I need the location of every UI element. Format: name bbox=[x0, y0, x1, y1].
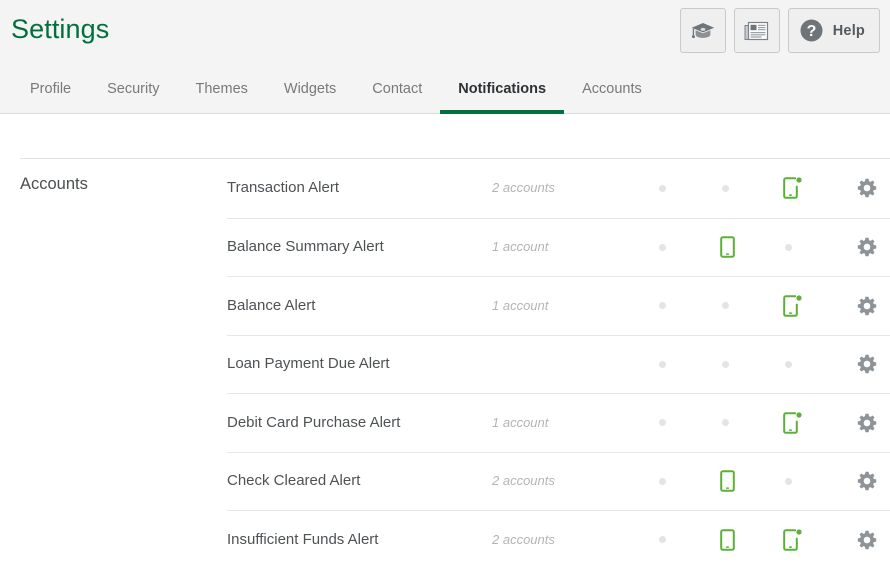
alert-account-count: 1 account bbox=[492, 414, 549, 430]
page-header: Settings ? Help Profile Security Themes … bbox=[0, 0, 890, 114]
alert-account-count: 2 accounts bbox=[492, 473, 555, 489]
alert-name: Debit Card Purchase Alert bbox=[227, 413, 401, 431]
help-button-label: Help bbox=[832, 22, 865, 39]
channel-email[interactable] bbox=[657, 243, 720, 251]
channel-push[interactable] bbox=[783, 243, 846, 251]
push-inactive-dot bbox=[785, 477, 792, 485]
channel-email[interactable] bbox=[657, 184, 720, 192]
tab-themes[interactable]: Themes bbox=[178, 80, 266, 114]
channel-email[interactable] bbox=[657, 477, 720, 485]
gear-icon[interactable] bbox=[857, 471, 877, 491]
tutorials-button[interactable] bbox=[679, 8, 726, 53]
sms-phone-icon[interactable] bbox=[720, 470, 735, 493]
channel-push[interactable] bbox=[783, 294, 846, 317]
newspaper-icon bbox=[744, 20, 769, 42]
alert-name: Balance Summary Alert bbox=[227, 238, 384, 256]
row-settings-button[interactable] bbox=[857, 413, 877, 433]
channel-email[interactable] bbox=[657, 302, 720, 310]
table-row[interactable]: Check Cleared Alert 2 accounts bbox=[227, 451, 890, 511]
channel-email[interactable] bbox=[657, 419, 720, 427]
alert-rows: Transaction Alert 2 accounts Balance Summa… bbox=[227, 159, 890, 569]
channel-push[interactable] bbox=[783, 477, 846, 485]
alert-account-count: 2 accounts bbox=[492, 531, 555, 547]
header-actions: ? Help bbox=[679, 8, 880, 53]
question-circle-icon: ? bbox=[799, 18, 824, 43]
channel-sms[interactable] bbox=[720, 184, 783, 192]
page-title: Settings bbox=[11, 14, 110, 44]
sms-inactive-dot bbox=[722, 419, 729, 427]
sms-phone-icon[interactable] bbox=[720, 528, 735, 551]
push-notification-phone-icon[interactable] bbox=[783, 294, 802, 317]
email-inactive-dot bbox=[659, 419, 666, 427]
push-inactive-dot bbox=[785, 360, 792, 368]
settings-tabs: Profile Security Themes Widgets Contact … bbox=[12, 79, 660, 114]
alert-name: Loan Payment Due Alert bbox=[227, 355, 390, 373]
channel-email[interactable] bbox=[657, 536, 720, 544]
alert-name: Insufficient Funds Alert bbox=[227, 530, 379, 548]
row-settings-button[interactable] bbox=[857, 237, 877, 257]
push-notification-phone-icon[interactable] bbox=[783, 177, 802, 200]
channel-sms[interactable] bbox=[720, 419, 783, 427]
alert-account-count: 2 accounts bbox=[492, 180, 555, 196]
email-inactive-dot bbox=[659, 477, 666, 485]
gear-icon[interactable] bbox=[857, 237, 877, 257]
tab-notifications[interactable]: Notifications bbox=[440, 80, 565, 114]
notifications-panel: Accounts Transaction Alert 2 accounts Bala… bbox=[0, 114, 890, 559]
tab-accounts[interactable]: Accounts bbox=[564, 80, 660, 114]
email-inactive-dot bbox=[659, 360, 666, 368]
tab-widgets[interactable]: Widgets bbox=[266, 80, 354, 114]
channel-email[interactable] bbox=[657, 360, 720, 368]
channel-push[interactable] bbox=[783, 360, 846, 368]
push-notification-phone-icon[interactable] bbox=[783, 528, 802, 551]
gear-icon[interactable] bbox=[857, 178, 877, 198]
table-row[interactable]: Debit Card Purchase Alert 1 account bbox=[227, 393, 890, 452]
tab-security[interactable]: Security bbox=[89, 80, 177, 114]
gear-icon[interactable] bbox=[857, 413, 877, 433]
gear-icon[interactable] bbox=[857, 530, 877, 550]
graduation-cap-icon bbox=[690, 20, 716, 42]
channel-push[interactable] bbox=[783, 411, 846, 434]
alert-name: Balance Alert bbox=[227, 296, 316, 314]
table-row[interactable]: Transaction Alert 2 accounts bbox=[227, 159, 890, 218]
table-row[interactable]: Balance Summary Alert 1 account bbox=[227, 217, 890, 277]
sms-inactive-dot bbox=[722, 360, 729, 368]
channel-sms[interactable] bbox=[720, 470, 783, 493]
email-inactive-dot bbox=[659, 536, 666, 544]
row-settings-button[interactable] bbox=[857, 296, 877, 316]
channel-sms[interactable] bbox=[720, 528, 783, 551]
alert-name: Check Cleared Alert bbox=[227, 472, 361, 490]
sms-inactive-dot bbox=[722, 184, 729, 192]
channel-sms[interactable] bbox=[720, 360, 783, 368]
sms-phone-icon[interactable] bbox=[720, 236, 735, 259]
email-inactive-dot bbox=[659, 302, 666, 310]
table-row[interactable]: Insufficient Funds Alert 2 accounts bbox=[227, 510, 890, 569]
channel-sms[interactable] bbox=[720, 236, 783, 259]
alert-name: Transaction Alert bbox=[227, 179, 339, 197]
email-inactive-dot bbox=[659, 184, 666, 192]
section-label-accounts: Accounts bbox=[20, 175, 88, 193]
svg-text:?: ? bbox=[806, 23, 816, 40]
channel-push[interactable] bbox=[783, 177, 846, 200]
row-settings-button[interactable] bbox=[857, 354, 877, 374]
tab-contact[interactable]: Contact bbox=[354, 80, 440, 114]
row-settings-button[interactable] bbox=[857, 471, 877, 491]
push-notification-phone-icon[interactable] bbox=[783, 411, 802, 434]
table-row[interactable]: Balance Alert 1 account bbox=[227, 276, 890, 335]
channel-push[interactable] bbox=[783, 528, 846, 551]
table-row[interactable]: Loan Payment Due Alert bbox=[227, 334, 890, 394]
gear-icon[interactable] bbox=[857, 296, 877, 316]
channel-sms[interactable] bbox=[720, 302, 783, 310]
sms-inactive-dot bbox=[722, 302, 729, 310]
help-button[interactable]: ? Help bbox=[787, 8, 880, 53]
gear-icon[interactable] bbox=[857, 354, 877, 374]
row-settings-button[interactable] bbox=[857, 530, 877, 550]
row-settings-button[interactable] bbox=[857, 178, 877, 198]
alert-account-count: 1 account bbox=[492, 239, 549, 255]
email-inactive-dot bbox=[659, 243, 666, 251]
alert-account-count: 1 account bbox=[492, 297, 549, 313]
tab-profile[interactable]: Profile bbox=[12, 80, 89, 114]
push-inactive-dot bbox=[785, 243, 792, 251]
news-button[interactable] bbox=[733, 8, 780, 53]
